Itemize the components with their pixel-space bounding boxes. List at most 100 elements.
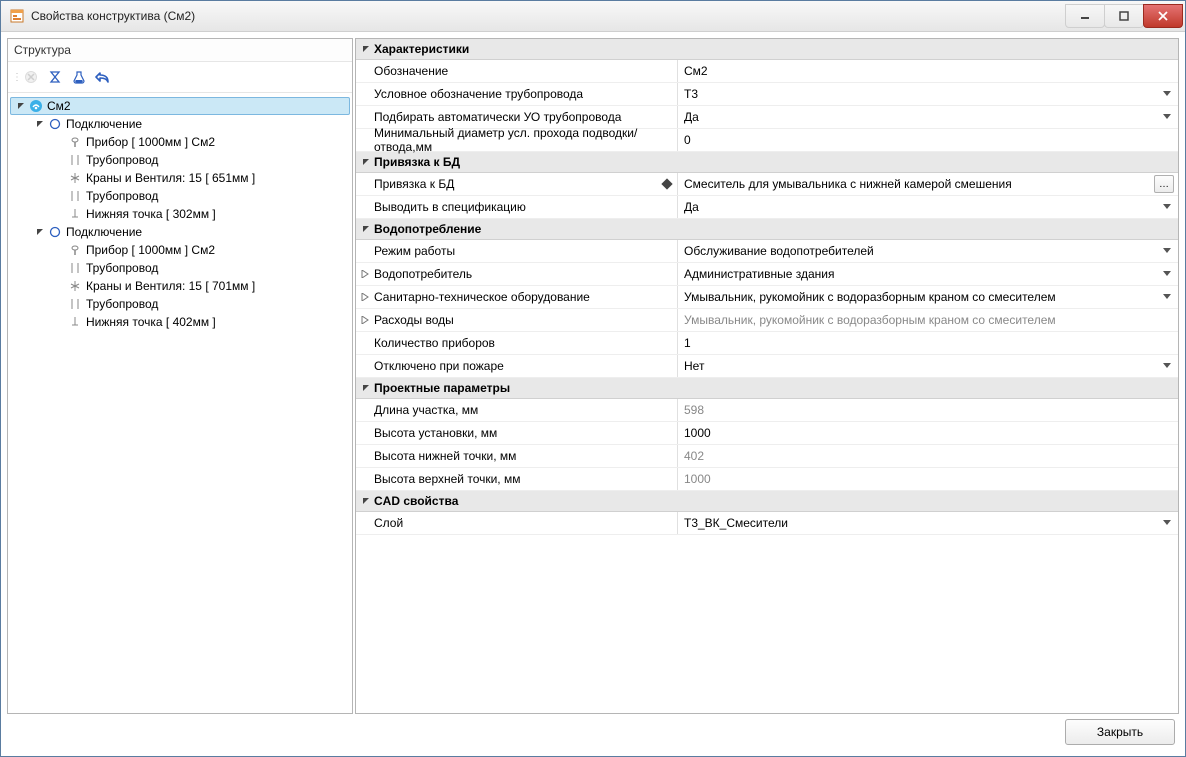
tree-node-item[interactable]: Прибор [ 1000мм ] См2 xyxy=(10,133,350,151)
tree-root[interactable]: См2 xyxy=(10,97,350,115)
row-expander-icon[interactable] xyxy=(360,292,370,302)
property-name: Подбирать автоматически УО трубопровода xyxy=(356,106,678,128)
property-row[interactable]: Количество приборов1 xyxy=(356,332,1178,355)
tree-node-label: Нижняя точка [ 302мм ] xyxy=(86,207,216,221)
property-value[interactable]: Обслуживание водопотребителей xyxy=(678,240,1178,262)
property-value-text: Да xyxy=(684,200,699,214)
property-name: Отключено при пожаре xyxy=(356,355,678,377)
tree-node-item[interactable]: Трубопровод xyxy=(10,151,350,169)
tree-node-label: Трубопровод xyxy=(86,153,158,167)
close-button[interactable] xyxy=(1143,4,1183,28)
property-value[interactable]: Да xyxy=(678,196,1178,218)
tree-node-item[interactable]: Трубопровод xyxy=(10,187,350,205)
category-header[interactable]: Характеристики xyxy=(356,39,1178,60)
tree-node-item[interactable]: Трубопровод xyxy=(10,259,350,277)
category-header[interactable]: Проектные параметры xyxy=(356,378,1178,399)
tree-node-item[interactable]: Нижняя точка [ 402мм ] xyxy=(10,313,350,331)
property-name-label: Режим работы xyxy=(374,244,455,258)
delete-button[interactable] xyxy=(20,66,42,88)
property-value[interactable]: 0 xyxy=(678,129,1178,151)
tree-node-item[interactable]: Нижняя точка [ 302мм ] xyxy=(10,205,350,223)
dropdown-icon[interactable] xyxy=(1162,292,1172,302)
tree-node-label: Нижняя точка [ 402мм ] xyxy=(86,315,216,329)
titlebar: Свойства конструктива (См2) xyxy=(1,1,1185,32)
tree[interactable]: См2 Подключение xyxy=(8,93,352,713)
maximize-button[interactable] xyxy=(1104,4,1144,28)
property-row[interactable]: Высота нижней точки, мм402 xyxy=(356,445,1178,468)
property-row[interactable]: Выводить в спецификациюДа xyxy=(356,196,1178,219)
property-value[interactable]: Нет xyxy=(678,355,1178,377)
property-row[interactable]: Минимальный диаметр усл. прохода подводк… xyxy=(356,129,1178,152)
tree-node-connection[interactable]: Подключение xyxy=(10,115,350,133)
expander-icon[interactable] xyxy=(360,223,372,235)
pipe-icon xyxy=(68,261,82,275)
property-value[interactable]: Умывальник, рукомойник с водоразборным к… xyxy=(678,286,1178,308)
property-name: Слой xyxy=(356,512,678,534)
tree-node-label: См2 xyxy=(47,99,71,113)
category-header[interactable]: Водопотребление xyxy=(356,219,1178,240)
tool-flask-button[interactable] xyxy=(68,66,90,88)
property-value[interactable]: Т3 xyxy=(678,83,1178,105)
expander-icon[interactable] xyxy=(15,100,27,112)
property-value[interactable]: Смеситель для умывальника с нижней камер… xyxy=(678,173,1178,195)
property-row[interactable]: Условное обозначение трубопроводаТ3 xyxy=(356,83,1178,106)
property-value-text: 402 xyxy=(684,449,704,463)
property-value[interactable]: Т3_ВК_Смесители xyxy=(678,512,1178,534)
tree-node-item[interactable]: Трубопровод xyxy=(10,295,350,313)
dropdown-icon[interactable] xyxy=(1162,112,1172,122)
undo-button[interactable] xyxy=(92,66,114,88)
property-row[interactable]: Санитарно-техническое оборудованиеУмывал… xyxy=(356,286,1178,309)
expander-icon[interactable] xyxy=(360,43,372,55)
minimize-button[interactable] xyxy=(1065,4,1105,28)
property-value[interactable]: 1000 xyxy=(678,422,1178,444)
property-row[interactable]: Высота верхней точки, мм1000 xyxy=(356,468,1178,491)
property-value-text: 1 xyxy=(684,336,691,350)
expander-icon[interactable] xyxy=(360,495,372,507)
property-value[interactable]: Административные здания xyxy=(678,263,1178,285)
expander-icon[interactable] xyxy=(360,156,372,168)
point-icon xyxy=(68,315,82,329)
property-value[interactable]: Да xyxy=(678,106,1178,128)
property-value-text: Т3 xyxy=(684,87,698,101)
expander-icon[interactable] xyxy=(34,226,46,238)
tree-node-connection[interactable]: Подключение xyxy=(10,223,350,241)
category-label: Водопотребление xyxy=(374,222,481,236)
tree-node-label: Трубопровод xyxy=(86,297,158,311)
expander-icon[interactable] xyxy=(34,118,46,130)
property-row[interactable]: ОбозначениеСм2 xyxy=(356,60,1178,83)
property-value[interactable]: См2 xyxy=(678,60,1178,82)
row-expander-icon[interactable] xyxy=(360,315,370,325)
property-row[interactable]: ВодопотребительАдминистративные здания xyxy=(356,263,1178,286)
property-row[interactable]: Режим работы Обслуживание водопотребителе… xyxy=(356,240,1178,263)
dropdown-icon[interactable] xyxy=(1162,89,1172,99)
category-header[interactable]: CAD свойства xyxy=(356,491,1178,512)
property-name-label: Привязка к БД xyxy=(374,177,454,191)
property-row[interactable]: Высота установки, мм1000 xyxy=(356,422,1178,445)
row-expander-icon[interactable] xyxy=(360,269,370,279)
tree-node-label: Краны и Вентиля: 15 [ 651мм ] xyxy=(86,171,255,185)
tree-node-item[interactable]: Краны и Вентиля: 15 [ 701мм ] xyxy=(10,277,350,295)
property-row[interactable]: Отключено при пожареНет xyxy=(356,355,1178,378)
category-header[interactable]: Привязка к БД xyxy=(356,152,1178,173)
property-name-label: Расходы воды xyxy=(374,313,454,327)
dropdown-icon[interactable] xyxy=(1162,361,1172,371)
tool-hourglass-button[interactable] xyxy=(44,66,66,88)
dropdown-icon[interactable] xyxy=(1162,202,1172,212)
dropdown-icon[interactable] xyxy=(1162,518,1172,528)
property-row[interactable]: Расходы водыУмывальник, рукомойник с вод… xyxy=(356,309,1178,332)
property-value[interactable]: 1 xyxy=(678,332,1178,354)
property-grid[interactable]: ХарактеристикиОбозначениеСм2Условное обо… xyxy=(356,39,1178,713)
point-icon xyxy=(68,207,82,221)
property-row[interactable]: СлойТ3_ВК_Смесители xyxy=(356,512,1178,535)
property-row[interactable]: Длина участка, мм598 xyxy=(356,399,1178,422)
ellipsis-button[interactable]: … xyxy=(1154,175,1174,193)
property-row[interactable]: Привязка к БД Смеситель для умывальника с… xyxy=(356,173,1178,196)
expander-icon[interactable] xyxy=(360,382,372,394)
app-icon xyxy=(9,8,25,24)
tree-node-item[interactable]: Краны и Вентиля: 15 [ 651мм ] xyxy=(10,169,350,187)
tree-node-label: Прибор [ 1000мм ] См2 xyxy=(86,135,215,149)
close-dialog-button[interactable]: Закрыть xyxy=(1065,719,1175,745)
dropdown-icon[interactable] xyxy=(1162,246,1172,256)
dropdown-icon[interactable] xyxy=(1162,269,1172,279)
tree-node-item[interactable]: Прибор [ 1000мм ] См2 xyxy=(10,241,350,259)
